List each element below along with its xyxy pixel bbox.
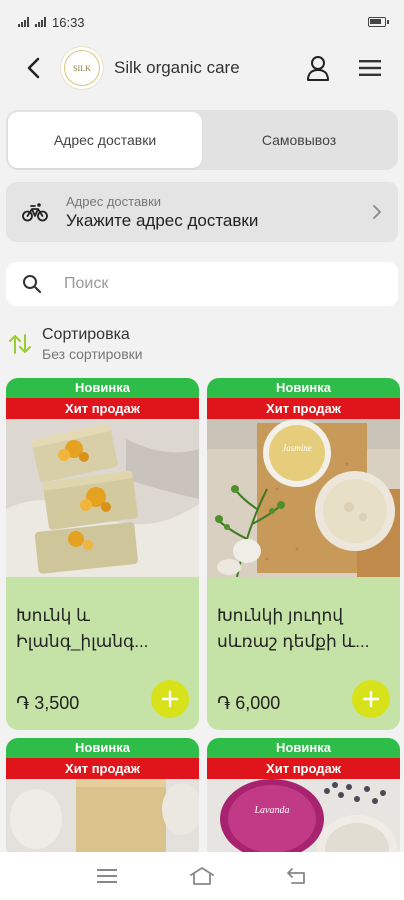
product-name: Խունկի յուղով սևռաշ դեմքի և...	[217, 606, 370, 651]
badge-new: Новинка	[207, 378, 400, 398]
badge-bestseller: Хит продаж	[207, 398, 400, 419]
status-time: 16:33	[52, 14, 85, 30]
signal-icon-2	[35, 17, 46, 27]
product-card[interactable]: Новинка Хит продаж Lavanda	[207, 738, 400, 858]
sort-selector[interactable]: Сортировка Без сортировки	[8, 322, 143, 366]
product-image: Jasmine	[207, 419, 400, 577]
tab-pickup[interactable]: Самовывоз	[202, 112, 396, 168]
search-input[interactable]	[64, 275, 364, 293]
product-price: ֏ 3,500	[16, 693, 80, 713]
delivery-mode-tabs: Адрес доставки Самовывоз	[6, 110, 398, 170]
add-to-cart-button[interactable]	[352, 680, 390, 718]
system-nav-bar	[0, 852, 404, 900]
brand-logo: SILK	[60, 46, 104, 90]
back-icon	[286, 868, 305, 884]
sort-value: Без сортировки	[42, 346, 143, 362]
plus-icon	[362, 690, 380, 708]
product-name: Խունկ և Իլանգ_իլանգ...	[16, 606, 149, 651]
badge-new: Новинка	[6, 738, 199, 758]
bicycle-icon	[22, 203, 48, 222]
back-button[interactable]	[20, 55, 46, 81]
badge-bestseller: Хит продаж	[207, 758, 400, 779]
sort-arrows-icon	[9, 334, 31, 354]
search-bar	[6, 262, 398, 306]
profile-button[interactable]	[304, 54, 332, 82]
product-price: ֏ 6,000	[217, 693, 281, 713]
product-image	[6, 779, 199, 858]
brand-logo-mark: SILK	[64, 50, 100, 86]
delivery-address-selector[interactable]: Адрес доставки Укажите адрес доставки	[6, 182, 398, 242]
delivery-address-label: Адрес доставки	[66, 193, 162, 209]
add-to-cart-button[interactable]	[151, 680, 189, 718]
menu-icon	[97, 869, 118, 883]
signal-icon	[18, 17, 29, 27]
home-icon	[190, 867, 214, 885]
badge-bestseller: Хит продаж	[6, 758, 199, 779]
nav-back-button[interactable]	[277, 856, 317, 896]
product-card[interactable]: Новинка Хит продаж	[6, 738, 199, 858]
app-bar: SILK Silk organic care	[0, 38, 404, 98]
product-image: Lavanda	[207, 779, 400, 858]
sort-label: Сортировка	[42, 326, 130, 343]
badge-new: Новинка	[207, 738, 400, 758]
delivery-address-value: Укажите адрес доставки	[66, 210, 259, 230]
back-arrow-icon	[27, 57, 40, 79]
battery-icon	[368, 16, 389, 27]
menu-icon	[359, 60, 381, 76]
user-icon	[307, 56, 329, 81]
nav-menu-button[interactable]	[87, 856, 127, 896]
product-card[interactable]: Новинка Хит продаж	[6, 378, 199, 730]
app-title: Silk organic care	[114, 58, 240, 77]
product-grid: Новинка Хит продаж Խունկ և Իլանգ_իլանգ..…	[6, 378, 400, 858]
svg-text:Lavanda: Lavanda	[254, 805, 290, 816]
chevron-right-icon	[373, 205, 381, 219]
search-icon	[23, 275, 42, 294]
svg-text:Jasmine: Jasmine	[282, 443, 312, 453]
badge-new: Новинка	[6, 378, 199, 398]
tab-delivery[interactable]: Адрес доставки	[8, 112, 202, 168]
product-image	[6, 419, 199, 577]
menu-button[interactable]	[356, 54, 384, 82]
plus-icon	[161, 690, 179, 708]
nav-home-button[interactable]	[182, 856, 222, 896]
badge-bestseller: Хит продаж	[6, 398, 199, 419]
product-card[interactable]: Новинка Хит продаж Jasmine Խունկի յուղով…	[207, 378, 400, 730]
